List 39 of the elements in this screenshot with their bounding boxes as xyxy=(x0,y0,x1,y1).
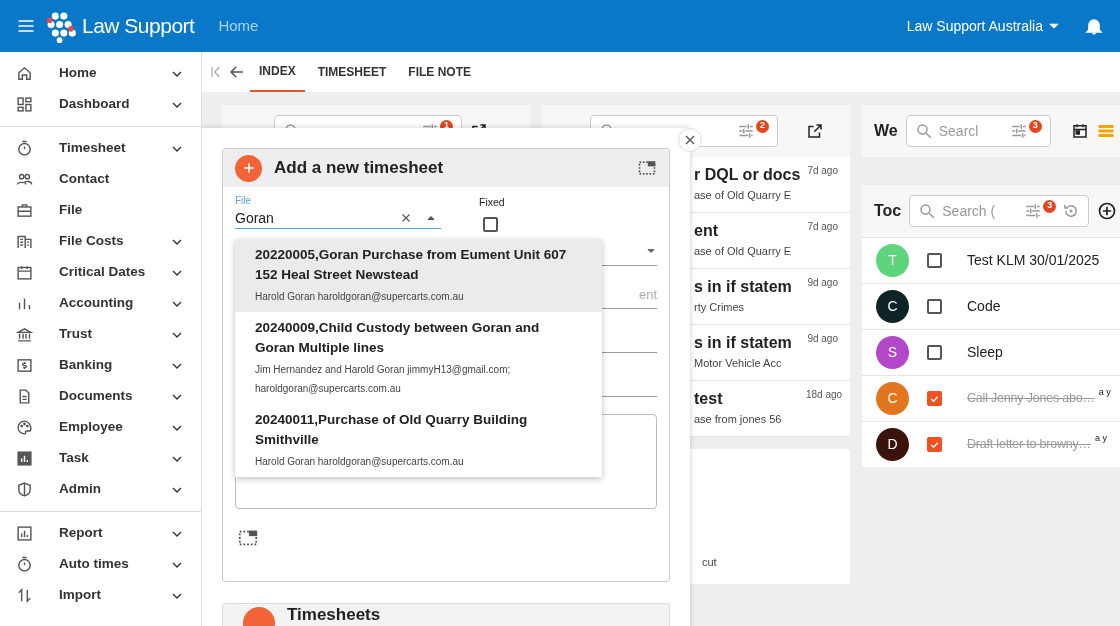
note-title: ent xyxy=(694,221,719,241)
filter-count-badge: 3 xyxy=(1043,199,1057,213)
note-subtitle: ase of Old Quarry E xyxy=(694,188,793,203)
note-title: s in if statem xyxy=(694,333,793,353)
avatar: C xyxy=(876,382,909,415)
panel-title: We xyxy=(874,121,898,141)
note-title: r DQL or docs xyxy=(694,165,802,185)
note-time: 7d ago xyxy=(807,164,838,178)
task-time: a y xyxy=(1094,432,1107,445)
avatar: S xyxy=(876,336,909,369)
note-text: cut xyxy=(702,556,717,568)
note-title: test xyxy=(694,389,724,409)
note-time: 9d ago xyxy=(807,332,838,346)
note-subtitle: Motor Vehicle Acc xyxy=(694,356,783,371)
note-title: s in if statem xyxy=(694,277,793,297)
avatar: T xyxy=(876,244,909,277)
avatar: C xyxy=(876,290,909,323)
note-subtitle: ase from jones 56 xyxy=(694,412,783,427)
task-text: Draft letter to browny… xyxy=(967,436,1091,454)
avatar: D xyxy=(876,428,909,461)
note-subtitle: ase of Old Quarry E xyxy=(694,244,793,259)
note-time: 7d ago xyxy=(807,220,838,234)
page-title: Home xyxy=(218,15,259,36)
note-subtitle: rty Crimes xyxy=(694,300,746,315)
card-title: Timesheets xyxy=(287,605,381,625)
task-time: a y xyxy=(1098,386,1111,399)
note-time: 18d ago xyxy=(806,388,843,402)
filter-count-badge: 3 xyxy=(1028,119,1042,133)
panel-title: Toc xyxy=(874,201,902,221)
field-label: File xyxy=(235,194,253,208)
task-text: Sleep xyxy=(967,343,1003,362)
brand-name: Law Support xyxy=(82,13,195,40)
dialog-title: Add a new timesheet xyxy=(274,157,445,180)
task-text: Code xyxy=(967,297,1001,316)
filter-count-badge: 2 xyxy=(756,119,769,133)
field-label: Fixed xyxy=(479,195,505,210)
task-text: Call Jenny Jones abo… xyxy=(967,390,1095,408)
task-text: Test KLM 30/01/2025 xyxy=(967,251,1100,270)
note-time: 9d ago xyxy=(807,276,838,290)
